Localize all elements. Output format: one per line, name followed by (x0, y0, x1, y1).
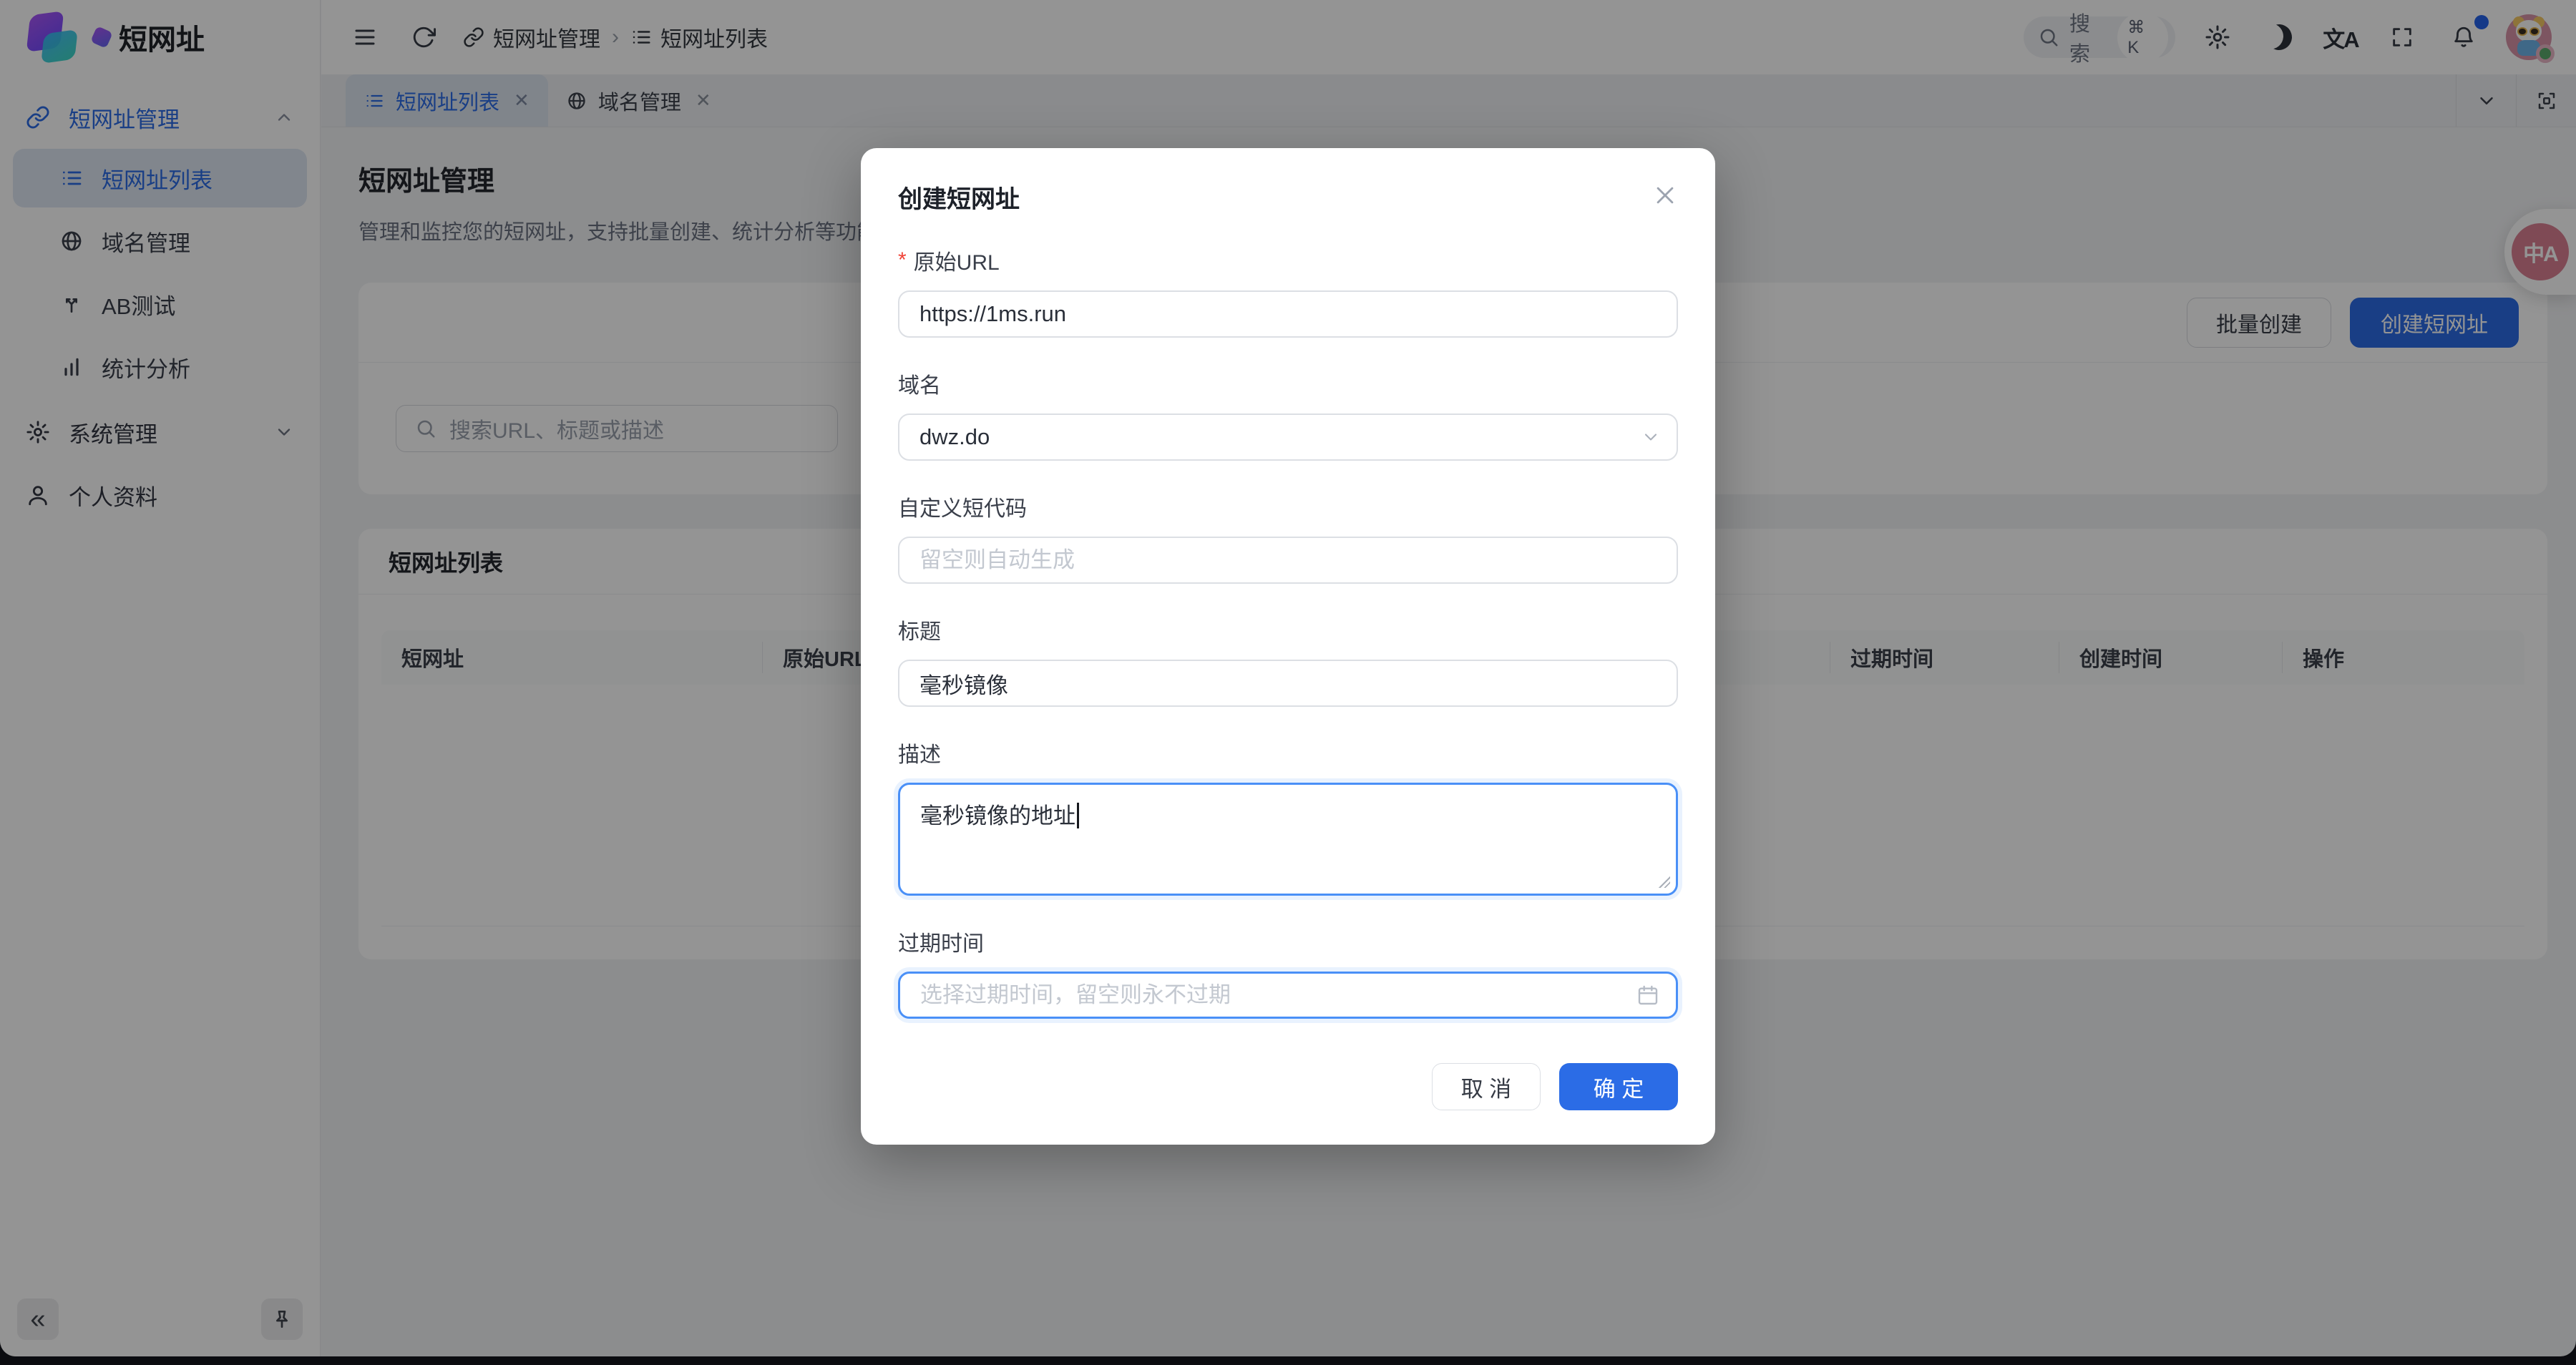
modal-title: 创建短网址 (898, 180, 1678, 215)
required-mark: * (898, 248, 907, 273)
domain-label: 域名 (898, 368, 1678, 399)
original-url-label: * 原始URL (898, 245, 1678, 276)
chevron-down-icon (1641, 427, 1661, 447)
description-textarea[interactable]: 毫秒镜像的地址 (898, 783, 1678, 896)
expire-time-field (898, 972, 1678, 1019)
create-shorturl-modal: 创建短网址 * 原始URL 域名 dwz.do 自定义短代码 标题 描述 毫秒镜… (861, 148, 1715, 1145)
title-input[interactable] (898, 660, 1678, 707)
screen: 短网址 短网址管理 (0, 0, 2576, 1365)
description-label: 描述 (898, 737, 1678, 768)
text-cursor (1077, 803, 1079, 828)
modal-header: 创建短网址 (898, 180, 1678, 215)
domain-select-value: dwz.do (919, 424, 990, 450)
calendar-icon (1636, 984, 1659, 1007)
expire-time-input[interactable] (898, 972, 1678, 1019)
original-url-input[interactable] (898, 290, 1678, 338)
close-icon[interactable] (1648, 178, 1682, 212)
description-value: 毫秒镜像的地址 (920, 803, 1075, 828)
custom-code-input[interactable] (898, 537, 1678, 584)
confirm-button[interactable]: 确 定 (1559, 1063, 1678, 1110)
expire-time-label: 过期时间 (898, 926, 1678, 957)
cancel-button[interactable]: 取 消 (1432, 1063, 1541, 1110)
modal-footer: 取 消 确 定 (898, 1063, 1678, 1110)
domain-select[interactable]: dwz.do (898, 414, 1678, 461)
custom-code-label: 自定义短代码 (898, 491, 1678, 522)
title-label: 标题 (898, 614, 1678, 645)
resize-handle-icon[interactable] (1657, 875, 1670, 888)
